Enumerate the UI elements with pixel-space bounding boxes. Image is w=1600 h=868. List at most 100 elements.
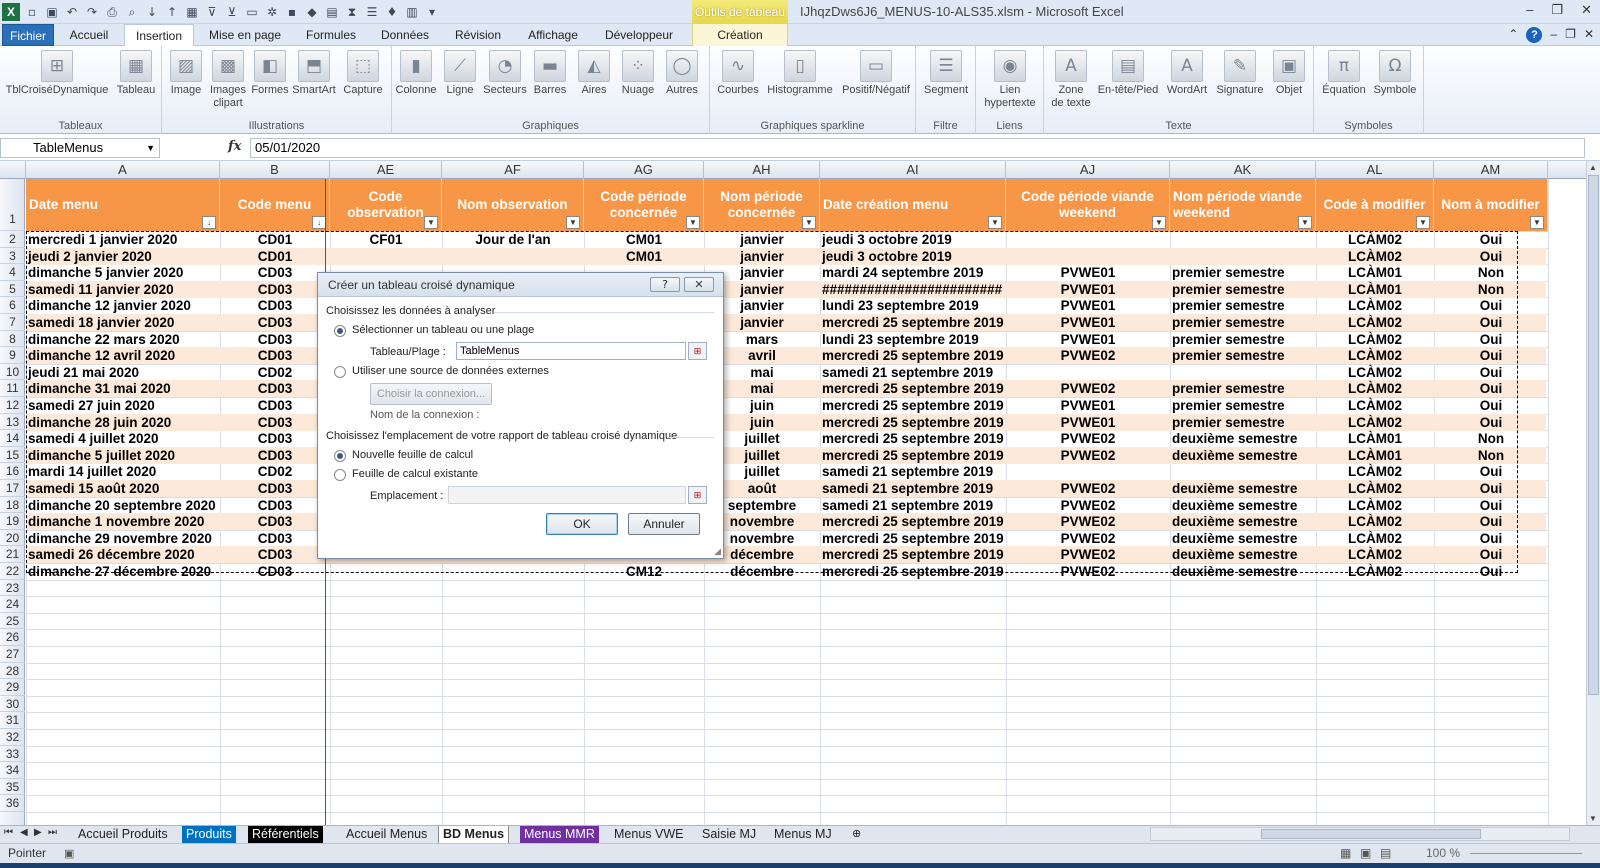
radio-external-source[interactable] bbox=[334, 366, 346, 378]
column-header-a[interactable]: A bbox=[26, 161, 220, 179]
header-footer-button[interactable]: ▤ En-tête/Pied bbox=[1094, 50, 1162, 97]
row-header[interactable]: 34 bbox=[0, 762, 25, 779]
symbol-button[interactable]: Ω Symbole bbox=[1370, 50, 1420, 97]
filter-dropdown-icon[interactable]: ▼ bbox=[988, 216, 1002, 229]
tab-file[interactable]: Fichier bbox=[2, 24, 54, 46]
column-header-b[interactable]: B bbox=[220, 161, 330, 179]
column-chart-button[interactable]: ▮ Colonne bbox=[394, 50, 438, 97]
header-cell-code-menu[interactable]: Code menu ↓ bbox=[220, 179, 330, 231]
zoom-slider[interactable] bbox=[1470, 853, 1582, 854]
filter-dropdown-icon[interactable]: ▼ bbox=[1530, 216, 1544, 229]
column-header-ag[interactable]: AG bbox=[584, 161, 704, 179]
view-layout-icon[interactable]: ▣ bbox=[1360, 846, 1371, 860]
minimize-icon[interactable]: ‒ bbox=[1526, 2, 1533, 18]
row-header[interactable]: 7 bbox=[0, 314, 25, 331]
row-header[interactable]: 12 bbox=[0, 397, 25, 414]
pin-icon[interactable]: ♦ bbox=[384, 4, 400, 20]
pivot-table-button[interactable]: ⊞ TblCroiséDynamique bbox=[2, 50, 112, 97]
sort-filter-icon[interactable]: ↓ bbox=[202, 216, 216, 229]
sheet-tab-accueil-menus[interactable]: Accueil Menus bbox=[342, 826, 431, 843]
row-header[interactable]: 14 bbox=[0, 430, 25, 447]
column-header-ak[interactable]: AK bbox=[1170, 161, 1316, 179]
header-cell-nom-observation[interactable]: Nom observation ▼ bbox=[442, 179, 584, 231]
scroll-down-icon[interactable]: ▼ bbox=[1589, 814, 1597, 823]
radio-new-sheet[interactable] bbox=[334, 450, 346, 462]
radio-existing-sheet-label[interactable]: Feuille de calcul existante bbox=[352, 468, 478, 480]
redo-icon[interactable]: ↷ bbox=[84, 4, 100, 20]
header-cell-nom-periode[interactable]: Nom période concernée ▼ bbox=[704, 179, 820, 231]
scatter-chart-button[interactable]: ⁘ Nuage bbox=[616, 50, 660, 97]
sort-filter-icon[interactable]: ↓ bbox=[312, 216, 326, 229]
save-icon[interactable]: ▣ bbox=[44, 4, 60, 20]
hyperlink-button[interactable]: ◉ Lien hypertexte bbox=[980, 50, 1040, 110]
collapse-ribbon-icon[interactable]: ⌃ bbox=[1508, 27, 1518, 43]
restore-icon[interactable]: ❐ bbox=[1551, 2, 1563, 18]
filter-dropdown-icon[interactable]: ▼ bbox=[802, 216, 816, 229]
header-cell-code-observation[interactable]: Code observation ▼ bbox=[330, 179, 442, 231]
range-input[interactable]: TableMenus bbox=[456, 342, 686, 360]
smartart-button[interactable]: ⬒ SmartArt bbox=[290, 50, 338, 97]
row-header[interactable]: 19 bbox=[0, 513, 25, 530]
row-header[interactable]: 35 bbox=[0, 779, 25, 796]
row-header[interactable]: 2 bbox=[0, 231, 25, 248]
filter-dropdown-icon[interactable]: ▼ bbox=[686, 216, 700, 229]
shapes-button[interactable]: ◧ Formes bbox=[250, 50, 290, 97]
header-cell-date-creation[interactable]: Date création menu ▼ bbox=[820, 179, 1006, 231]
column-header-ah[interactable]: AH bbox=[704, 161, 820, 179]
radio-external-source-label[interactable]: Utiliser une source de données externes bbox=[352, 365, 549, 377]
tab-developer[interactable]: Développeur bbox=[596, 24, 682, 46]
wordart-button[interactable]: A WordArt bbox=[1162, 50, 1212, 97]
pie-chart-button[interactable]: ◔ Secteurs bbox=[482, 50, 528, 97]
vertical-scrollbar[interactable]: ▲ ▼ bbox=[1586, 161, 1600, 825]
ok-button[interactable]: OK bbox=[546, 513, 618, 535]
row-header[interactable]: 15 bbox=[0, 447, 25, 464]
table-button[interactable]: ▦ Tableau bbox=[112, 50, 160, 97]
doc-close-icon[interactable]: ✕ bbox=[1584, 27, 1594, 43]
row-header[interactable]: 22 bbox=[0, 563, 25, 580]
list-icon[interactable]: ☰ bbox=[364, 4, 380, 20]
row-header[interactable]: 36 bbox=[0, 795, 25, 812]
location-input[interactable] bbox=[448, 486, 686, 504]
insert-function-icon[interactable]: fx bbox=[228, 139, 241, 154]
row-header[interactable]: 13 bbox=[0, 414, 25, 431]
dialog-help-button[interactable]: ? bbox=[650, 277, 680, 292]
doc-minimize-icon[interactable]: ‒ bbox=[1550, 27, 1557, 43]
row-header[interactable]: 27 bbox=[0, 646, 25, 663]
row-header[interactable]: 20 bbox=[0, 530, 25, 547]
sheet-tab-bd-menus[interactable]: BD Menus bbox=[438, 826, 510, 843]
sheet-tab-produits[interactable]: Produits bbox=[182, 826, 236, 843]
table-icon[interactable]: ▦ bbox=[184, 4, 200, 20]
equation-button[interactable]: π Équation bbox=[1318, 50, 1370, 97]
filter-dropdown-icon[interactable]: ▼ bbox=[566, 216, 580, 229]
filter-dropdown-icon[interactable]: ▼ bbox=[424, 216, 438, 229]
row-header[interactable]: 8 bbox=[0, 331, 25, 348]
view-pagebreak-icon[interactable]: ▤ bbox=[1380, 846, 1391, 860]
location-picker-icon[interactable]: ⊞ bbox=[688, 486, 707, 504]
row-header[interactable]: 3 bbox=[0, 248, 25, 265]
sheet-tab-menus-mj[interactable]: Menus MJ bbox=[770, 826, 836, 843]
row-header[interactable]: 23 bbox=[0, 580, 25, 597]
row-header[interactable]: 9 bbox=[0, 347, 25, 364]
customize-qat-icon[interactable]: ▾ bbox=[424, 4, 440, 20]
macro-record-icon[interactable]: ▣ bbox=[64, 847, 74, 860]
first-sheet-icon[interactable]: ⏮ bbox=[4, 827, 13, 838]
header-cell-code-periode[interactable]: Code période concernée ▼ bbox=[584, 179, 704, 231]
last-sheet-icon[interactable]: ⏭ bbox=[48, 827, 57, 838]
column-header-am[interactable]: AM bbox=[1434, 161, 1548, 179]
hourglass-icon[interactable]: ⧗ bbox=[344, 4, 360, 20]
tab-insert[interactable]: Insertion bbox=[124, 24, 194, 47]
slicer-button[interactable]: ☰ Segment bbox=[922, 50, 970, 97]
tab-view[interactable]: Affichage bbox=[518, 24, 588, 46]
other-charts-button[interactable]: ◯ Autres bbox=[660, 50, 704, 97]
header-cell-nom-periode-viande[interactable]: Nom période viande weekend ▼ bbox=[1170, 179, 1316, 231]
sheet-tab-saisie-mj[interactable]: Saisie MJ bbox=[698, 826, 760, 843]
column-header-ai[interactable]: AI bbox=[820, 161, 1006, 179]
filter-dropdown-icon[interactable]: ▼ bbox=[1298, 216, 1312, 229]
tab-home[interactable]: Accueil bbox=[60, 24, 118, 46]
help-icon[interactable]: ? bbox=[1526, 27, 1543, 43]
next-sheet-icon[interactable]: ▶ bbox=[34, 827, 42, 838]
row-header[interactable]: 33 bbox=[0, 746, 25, 763]
resize-grip-icon[interactable]: ◢ bbox=[714, 546, 721, 557]
zoom-level[interactable]: 100 % bbox=[1426, 846, 1460, 860]
scroll-up-icon[interactable]: ▲ bbox=[1589, 163, 1597, 172]
